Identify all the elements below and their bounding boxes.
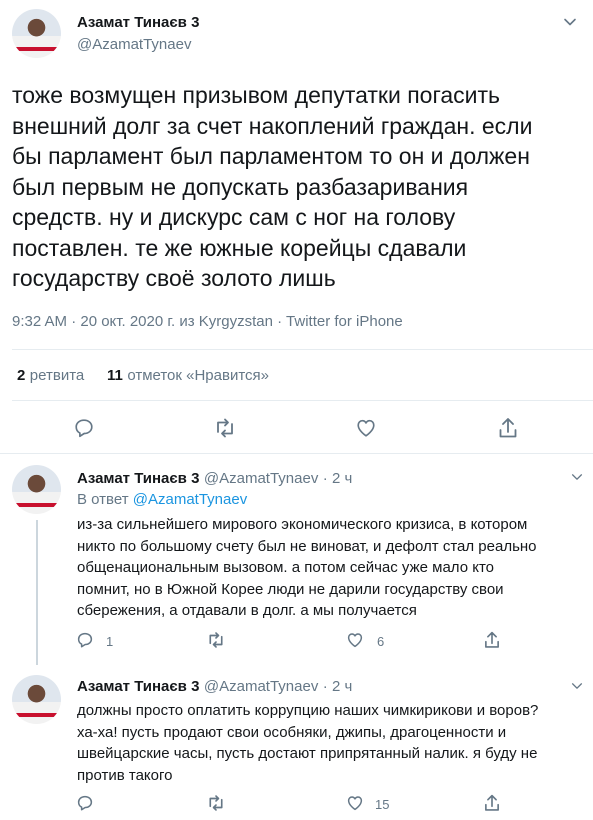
main-tweet-text-line: поставлен. те же южные корейцы сдавали bbox=[12, 234, 467, 261]
reply-header: Азамат Тинаєв 3 @AzamatTynaev · 2 ч bbox=[77, 470, 352, 488]
retweet-arrows-icon[interactable] bbox=[206, 794, 226, 812]
likes-stat[interactable]: 11 отметок «Нравится» bbox=[107, 367, 269, 385]
main-tweet-author-handle[interactable]: @AzamatTynaev bbox=[77, 36, 191, 53]
reply-author-handle[interactable]: @AzamatTynaev bbox=[204, 470, 318, 487]
main-tweet-text-line: внешний долг за счет накоплений граждан.… bbox=[12, 112, 533, 139]
speech-bubble-icon[interactable] bbox=[73, 417, 95, 439]
reply-avatar[interactable] bbox=[12, 465, 61, 514]
main-tweet-text: тоже возмущен призывом депутатки погасит… bbox=[12, 80, 587, 294]
reply-text-line: из-за сильнейшего мирового экономическог… bbox=[77, 516, 528, 533]
retweets-stat[interactable]: 2 ретвита bbox=[17, 367, 84, 385]
main-tweet-text-line: государству своё золото лишь bbox=[12, 265, 336, 291]
reply-text-line: общенациональным вызовом. а потом сейчас… bbox=[77, 559, 495, 576]
reply-text-line: швейцарские часы, пусть достают припрята… bbox=[77, 745, 538, 762]
reply-time[interactable]: · 2 ч bbox=[323, 678, 353, 695]
reply-text: должны просто оплатить коррупцию наших ч… bbox=[77, 700, 587, 786]
main-tweet-author-name[interactable]: Азамат Тинаєв 3 bbox=[77, 14, 199, 31]
chevron-down-icon[interactable] bbox=[570, 679, 584, 693]
share-arrow-icon[interactable] bbox=[497, 416, 519, 440]
likes-count: 11 bbox=[107, 367, 123, 384]
share-arrow-icon[interactable] bbox=[483, 630, 501, 650]
reply-text-line: никто по большому счету был не виноват, … bbox=[77, 537, 537, 555]
reply-to-handle-link[interactable]: @AzamatTynaev bbox=[133, 491, 247, 508]
reply-text-line: должны просто оплатить коррупцию наших ч… bbox=[77, 702, 539, 719]
reply-text-line: сбережения, а отдавали в долг. а мы полу… bbox=[77, 602, 417, 619]
reply-author-name[interactable]: Азамат Тинаєв 3 bbox=[77, 470, 199, 487]
heart-icon[interactable] bbox=[346, 794, 364, 812]
reply-author-handle[interactable]: @AzamatTynaev bbox=[204, 678, 318, 695]
reply-avatar[interactable] bbox=[12, 675, 61, 724]
reply-time[interactable]: · 2 ч bbox=[323, 470, 353, 487]
reply-text-line: помнит, но в Южной Корее люди не дарили … bbox=[77, 580, 504, 598]
reply-text: из-за сильнейшего мирового экономическог… bbox=[77, 514, 587, 622]
divider bbox=[0, 453, 593, 454]
retweets-label: ретвита bbox=[29, 367, 85, 384]
likes-label: отметок «Нравится» bbox=[127, 367, 269, 384]
reply-text-line: против такого bbox=[77, 766, 173, 784]
divider bbox=[12, 400, 593, 401]
divider bbox=[12, 349, 593, 350]
retweets-count: 2 bbox=[17, 367, 26, 384]
heart-icon[interactable] bbox=[355, 417, 377, 439]
reply-header: Азамат Тинаєв 3 @AzamatTynaev · 2 ч bbox=[77, 678, 352, 696]
main-tweet-text-line: тоже возмущен призывом депутатки погасит… bbox=[12, 82, 501, 108]
like-count: 6 bbox=[377, 634, 385, 649]
main-tweet-text-line: средств. ну и дискурс сам с ног на голов… bbox=[12, 204, 456, 230]
reply-count: 1 bbox=[106, 634, 114, 649]
thread-connector-line bbox=[36, 520, 38, 665]
heart-icon[interactable] bbox=[346, 631, 364, 649]
main-tweet-avatar[interactable] bbox=[12, 9, 61, 58]
reply-author-name[interactable]: Азамат Тинаєв 3 bbox=[77, 678, 199, 695]
like-count: 15 bbox=[375, 797, 390, 812]
main-tweet-text-line: был первым не допускать разбазаривания bbox=[12, 173, 469, 200]
retweet-arrows-icon[interactable] bbox=[213, 417, 237, 439]
speech-bubble-icon[interactable] bbox=[76, 794, 94, 812]
share-arrow-icon[interactable] bbox=[483, 793, 501, 813]
main-tweet-text-line: бы парламент был парламентом то он и дол… bbox=[12, 143, 530, 169]
main-tweet-timestamp[interactable]: 9:32 AM · 20 окт. 2020 г. из Kyrgyzstan … bbox=[12, 313, 403, 330]
chevron-down-icon[interactable] bbox=[562, 14, 578, 30]
reply-to-prefix: В ответ bbox=[77, 491, 129, 508]
reply-to-context: В ответ @AzamatTynaev bbox=[77, 491, 247, 508]
retweet-arrows-icon[interactable] bbox=[206, 631, 226, 649]
reply-text-line: ха-ха! пусть продают свои особняки, джип… bbox=[77, 723, 507, 741]
speech-bubble-icon[interactable] bbox=[76, 631, 94, 649]
chevron-down-icon[interactable] bbox=[570, 470, 584, 484]
